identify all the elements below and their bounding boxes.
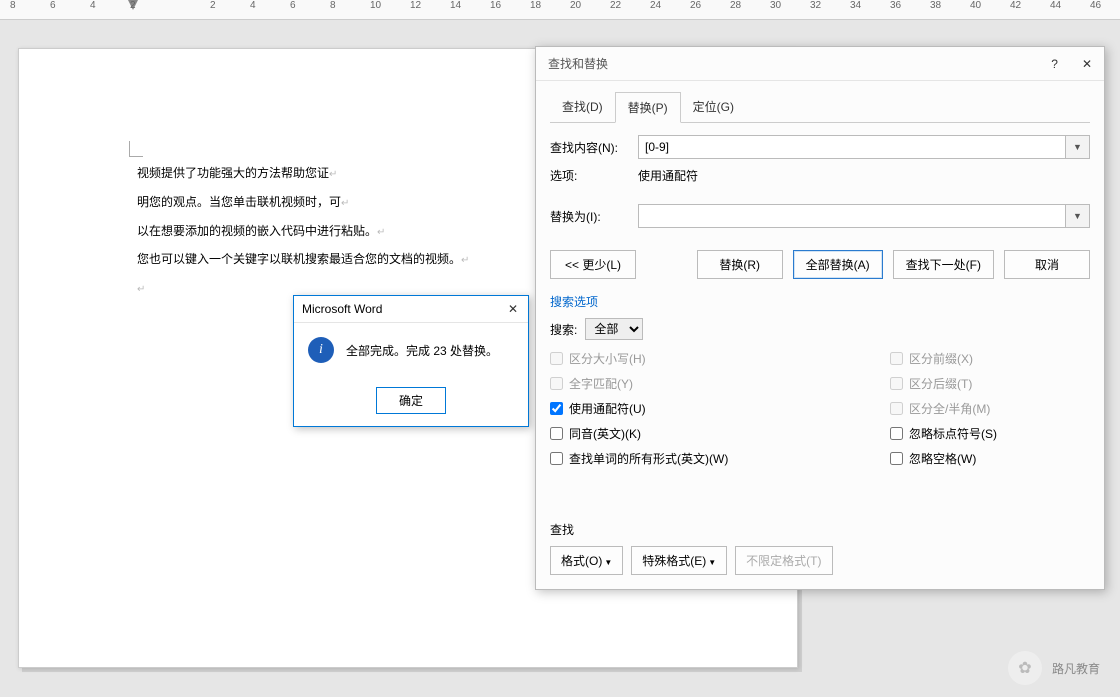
dialog-tabs: 查找(D) 替换(P) 定位(G)	[550, 91, 1090, 123]
ruler-tick: 46	[1090, 0, 1101, 11]
ruler-tick: 6	[290, 0, 296, 11]
check-ignore-space[interactable]: 忽略空格(W)	[890, 450, 976, 467]
tab-goto[interactable]: 定位(G)	[681, 92, 746, 123]
ruler-tick: 10	[370, 0, 381, 11]
cancel-button[interactable]: 取消	[1004, 250, 1090, 279]
check-whole-word: 全字匹配(Y)	[550, 375, 750, 392]
dialog-title: 查找和替换	[548, 55, 608, 72]
caret-down-icon: ▼	[708, 558, 716, 567]
find-next-button[interactable]: 查找下一处(F)	[893, 250, 994, 279]
ruler-tick: 36	[890, 0, 901, 11]
check-ignore-punct[interactable]: 忽略标点符号(S)	[890, 425, 997, 442]
find-input[interactable]	[638, 135, 1066, 159]
less-button[interactable]: << 更少(L)	[550, 250, 636, 279]
check-full-half: 区分全/半角(M)	[890, 400, 990, 417]
margin-corner	[129, 141, 143, 157]
horizontal-ruler: 8642246810121416182022242628303234363840…	[0, 0, 1120, 20]
ruler-tick: 2	[210, 0, 216, 11]
ruler-tick: 40	[970, 0, 981, 11]
help-icon[interactable]: ?	[1051, 57, 1058, 71]
format-button[interactable]: 格式(O)▼	[550, 546, 623, 575]
ruler-tick: 8	[330, 0, 336, 11]
chevron-down-icon[interactable]: ▼	[1066, 135, 1090, 159]
ruler-tick: 2	[130, 0, 136, 11]
ruler-tick: 16	[490, 0, 501, 11]
wechat-icon: ✿	[1008, 651, 1042, 685]
ruler-tick: 34	[850, 0, 861, 11]
tab-find[interactable]: 查找(D)	[550, 92, 615, 123]
replace-label: 替换为(I):	[550, 208, 630, 225]
check-sounds-like[interactable]: 同音(英文)(K)	[550, 425, 750, 442]
tab-replace[interactable]: 替换(P)	[615, 92, 681, 123]
message-box-title: Microsoft Word	[302, 302, 382, 316]
search-options-title: 搜索选项	[550, 293, 1090, 310]
find-replace-dialog: 查找和替换 ? ✕ 查找(D) 替换(P) 定位(G) 查找内容(N): ▼ 选…	[535, 46, 1105, 590]
ruler-tick: 22	[610, 0, 621, 11]
message-box-titlebar: Microsoft Word ✕	[294, 296, 528, 323]
ruler-tick: 6	[50, 0, 56, 11]
ruler-tick: 38	[930, 0, 941, 11]
find-label: 查找内容(N):	[550, 139, 630, 156]
close-icon[interactable]: ✕	[1082, 57, 1092, 71]
ruler-tick: 28	[730, 0, 741, 11]
options-value: 使用通配符	[638, 167, 698, 184]
ruler-tick: 4	[250, 0, 256, 11]
search-scope-select[interactable]: 全部	[585, 318, 643, 340]
check-all-forms[interactable]: 查找单词的所有形式(英文)(W)	[550, 450, 750, 467]
ruler-tick: 30	[770, 0, 781, 11]
ruler-tick: 12	[410, 0, 421, 11]
replace-button[interactable]: 替换(R)	[697, 250, 783, 279]
message-text: 全部完成。完成 23 处替换。	[346, 342, 498, 359]
watermark: ✿ 路凡教育	[1008, 651, 1100, 685]
info-icon: i	[308, 337, 334, 363]
message-box: Microsoft Word ✕ i 全部完成。完成 23 处替换。 确定	[293, 295, 529, 427]
ruler-tick: 20	[570, 0, 581, 11]
chevron-down-icon[interactable]: ▼	[1066, 204, 1090, 228]
no-format-button: 不限定格式(T)	[735, 546, 832, 575]
check-match-case: 区分大小写(H)	[550, 350, 750, 367]
watermark-text: 路凡教育	[1052, 660, 1100, 677]
special-format-button[interactable]: 特殊格式(E)▼	[631, 546, 727, 575]
ruler-tick: 42	[1010, 0, 1021, 11]
ok-button[interactable]: 确定	[376, 387, 446, 414]
ruler-tick: 14	[450, 0, 461, 11]
check-wildcards[interactable]: 使用通配符(U)	[550, 400, 750, 417]
ruler-tick: 32	[810, 0, 821, 11]
ruler-tick: 24	[650, 0, 661, 11]
ruler-tick: 26	[690, 0, 701, 11]
check-suffix: 区分后缀(T)	[890, 375, 972, 392]
find-section-label: 查找	[550, 521, 1090, 538]
options-label: 选项:	[550, 167, 630, 184]
close-icon[interactable]: ✕	[506, 302, 520, 316]
caret-down-icon: ▼	[604, 558, 612, 567]
dialog-titlebar[interactable]: 查找和替换 ? ✕	[536, 47, 1104, 81]
ruler-tick: 8	[10, 0, 16, 11]
replace-input[interactable]	[638, 204, 1066, 228]
ruler-tick: 4	[90, 0, 96, 11]
ruler-tick: 18	[530, 0, 541, 11]
ruler-tick: 44	[1050, 0, 1061, 11]
replace-all-button[interactable]: 全部替换(A)	[793, 250, 883, 279]
check-prefix: 区分前缀(X)	[890, 350, 973, 367]
search-scope-label: 搜索:	[550, 321, 577, 338]
